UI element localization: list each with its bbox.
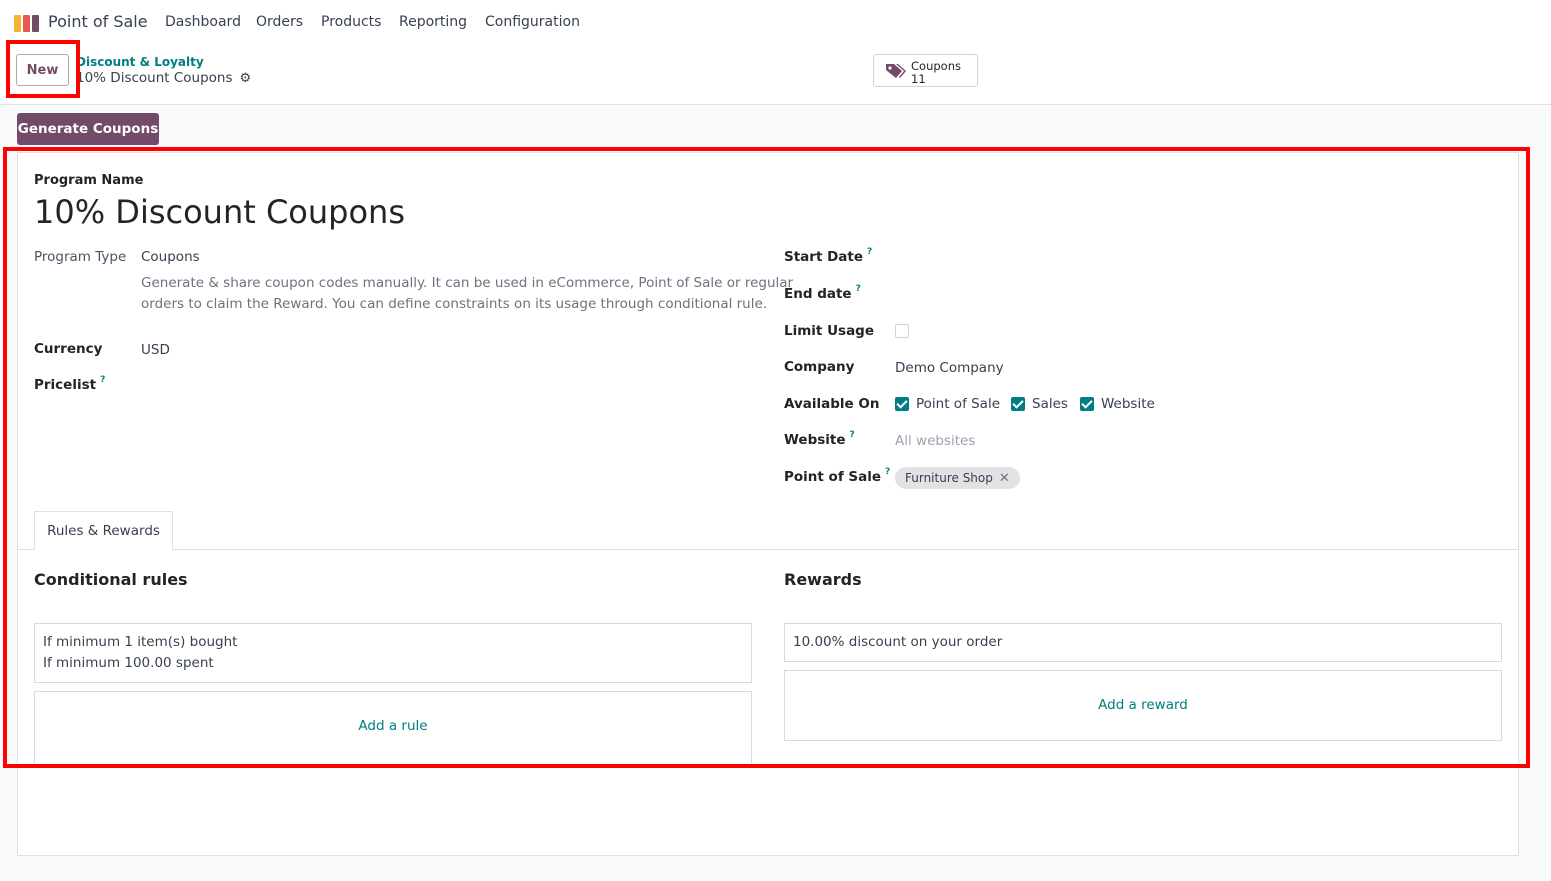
program-name-label: Program Name <box>34 173 144 188</box>
start-date-label: Start Date? <box>784 247 872 265</box>
top-navbar: Point of Sale Dashboard Orders Products … <box>0 0 1551 46</box>
checkbox-website[interactable] <box>1080 397 1094 411</box>
checkbox-point-of-sale[interactable] <box>895 397 909 411</box>
website-label-text: Website <box>784 432 846 448</box>
remove-tag-icon[interactable]: ✕ <box>999 471 1010 486</box>
program-type-label: Program Type <box>34 249 127 265</box>
conditional-rules-title: Conditional rules <box>34 570 188 589</box>
add-reward-card[interactable]: Add a reward <box>784 670 1502 741</box>
tab-rules-rewards[interactable]: Rules & Rewards <box>34 511 173 550</box>
end-date-label-text: End date <box>784 286 852 302</box>
app-logo-icon[interactable] <box>14 13 40 32</box>
menu-configuration[interactable]: Configuration <box>485 14 580 30</box>
breadcrumb-current-label: 10% Discount Coupons <box>76 70 233 86</box>
reward-line-1: 10.00% discount on your order <box>793 634 1003 650</box>
available-on-point-of-sale: Point of Sale <box>916 396 1001 412</box>
tab-divider <box>18 549 1518 550</box>
available-on-label: Available On <box>784 396 880 412</box>
program-type-help-1: Generate & share coupon codes manually. … <box>141 275 794 291</box>
rule-line-2: If minimum 100.00 spent <box>43 655 214 671</box>
menu-reporting[interactable]: Reporting <box>399 14 467 30</box>
currency-label: Currency <box>34 341 103 357</box>
program-name-field[interactable]: 10% Discount Coupons <box>34 193 405 231</box>
company-field[interactable]: Demo Company <box>895 360 1004 376</box>
end-date-label: End date? <box>784 284 861 302</box>
new-button[interactable]: New <box>16 54 69 86</box>
smart-button-label: Coupons <box>911 59 961 73</box>
website-field[interactable]: All websites <box>895 433 975 449</box>
add-rule-card[interactable]: Add a rule <box>34 691 752 763</box>
help-icon[interactable]: ? <box>885 467 890 477</box>
program-type-help-2: orders to claim the Reward. You can defi… <box>141 296 768 312</box>
rule-card[interactable]: If minimum 1 item(s) bought If minimum 1… <box>34 623 752 683</box>
rewards-title: Rewards <box>784 570 862 589</box>
available-on-sales: Sales <box>1032 396 1068 412</box>
rule-line-1: If minimum 1 item(s) bought <box>43 634 238 650</box>
help-icon[interactable]: ? <box>850 430 855 440</box>
help-icon[interactable]: ? <box>100 375 105 385</box>
menu-dashboard[interactable]: Dashboard <box>165 14 241 30</box>
add-rule-link[interactable]: Add a rule <box>35 718 751 734</box>
menu-orders[interactable]: Orders <box>256 14 303 30</box>
pricelist-label-text: Pricelist <box>34 377 97 393</box>
company-label: Company <box>784 359 855 375</box>
add-reward-link[interactable]: Add a reward <box>785 697 1501 713</box>
limit-usage-checkbox[interactable] <box>895 324 909 338</box>
help-icon[interactable]: ? <box>867 247 872 257</box>
breadcrumb-current: 10% Discount Coupons ⚙ <box>76 70 251 86</box>
point-of-sale-label-text: Point of Sale <box>784 469 882 485</box>
pos-tag-chip: Furniture Shop ✕ <box>895 467 1020 489</box>
website-label: Website? <box>784 430 855 448</box>
generate-coupons-button[interactable]: Generate Coupons <box>17 113 159 145</box>
smart-button-count: 11 <box>911 72 926 86</box>
menu-products[interactable]: Products <box>321 14 381 30</box>
gear-icon[interactable]: ⚙ <box>240 71 252 86</box>
pricelist-label: Pricelist? <box>34 375 105 393</box>
reward-card[interactable]: 10.00% discount on your order <box>784 623 1502 662</box>
start-date-label-text: Start Date <box>784 249 864 265</box>
checkbox-sales[interactable] <box>1011 397 1025 411</box>
limit-usage-label: Limit Usage <box>784 323 875 339</box>
available-on-website: Website <box>1101 396 1155 412</box>
breadcrumb-parent[interactable]: Discount & Loyalty <box>76 55 204 69</box>
coupons-smart-button[interactable]: Coupons 11 <box>873 54 978 87</box>
currency-field[interactable]: USD <box>141 342 170 358</box>
app-name[interactable]: Point of Sale <box>48 12 148 31</box>
point-of-sale-label: Point of Sale? <box>784 467 890 485</box>
pos-tag-label: Furniture Shop <box>905 471 993 485</box>
tags-icon <box>886 64 906 78</box>
help-icon[interactable]: ? <box>856 284 861 294</box>
program-type-field[interactable]: Coupons <box>141 249 200 265</box>
